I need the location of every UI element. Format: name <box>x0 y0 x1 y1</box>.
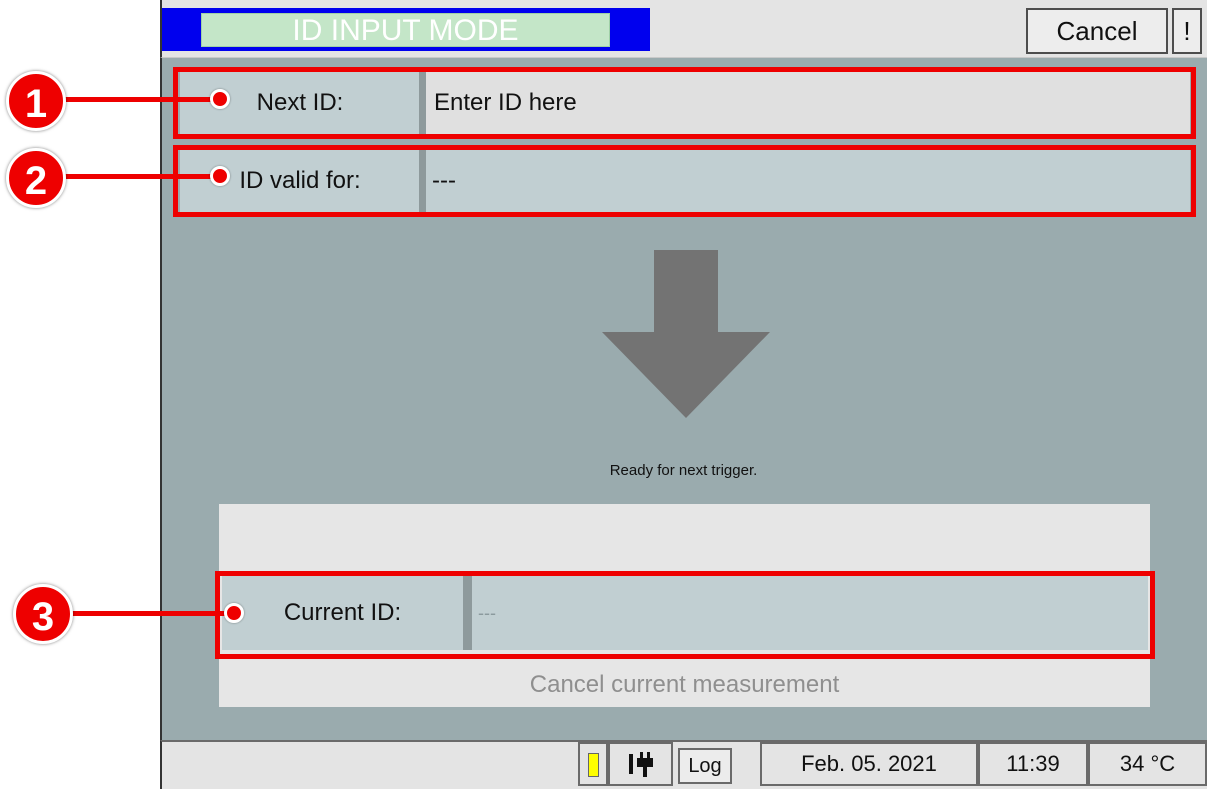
log-button[interactable]: Log <box>678 748 732 784</box>
plug-cell <box>608 742 673 786</box>
callout-dot-2 <box>210 166 230 186</box>
status-message: Ready for next trigger. <box>609 462 758 479</box>
highlight-box-3 <box>215 571 1155 659</box>
date-display: Feb. 05. 2021 <box>760 742 978 786</box>
callout-line-1 <box>42 97 222 102</box>
alert-button[interactable]: ! <box>1172 8 1202 54</box>
mode-title: ID INPUT MODE <box>201 13 610 47</box>
down-arrow-icon <box>602 250 770 418</box>
highlight-box-2 <box>173 145 1196 217</box>
temperature-display: 34 °C <box>1088 742 1207 786</box>
cancel-button[interactable]: Cancel <box>1026 8 1168 54</box>
highlight-box-1 <box>173 67 1196 139</box>
time-display: 11:39 <box>978 742 1088 786</box>
callout-badge-2: 2 <box>6 148 66 208</box>
callout-dot-1 <box>210 89 230 109</box>
battery-icon <box>588 753 599 777</box>
cancel-measurement-button[interactable]: Cancel current measurement <box>219 664 1150 706</box>
callout-line-2 <box>42 174 222 179</box>
callout-dot-3 <box>224 603 244 623</box>
callout-badge-1: 1 <box>6 71 66 131</box>
plug-icon <box>628 752 653 777</box>
callout-badge-3: 3 <box>13 584 73 644</box>
